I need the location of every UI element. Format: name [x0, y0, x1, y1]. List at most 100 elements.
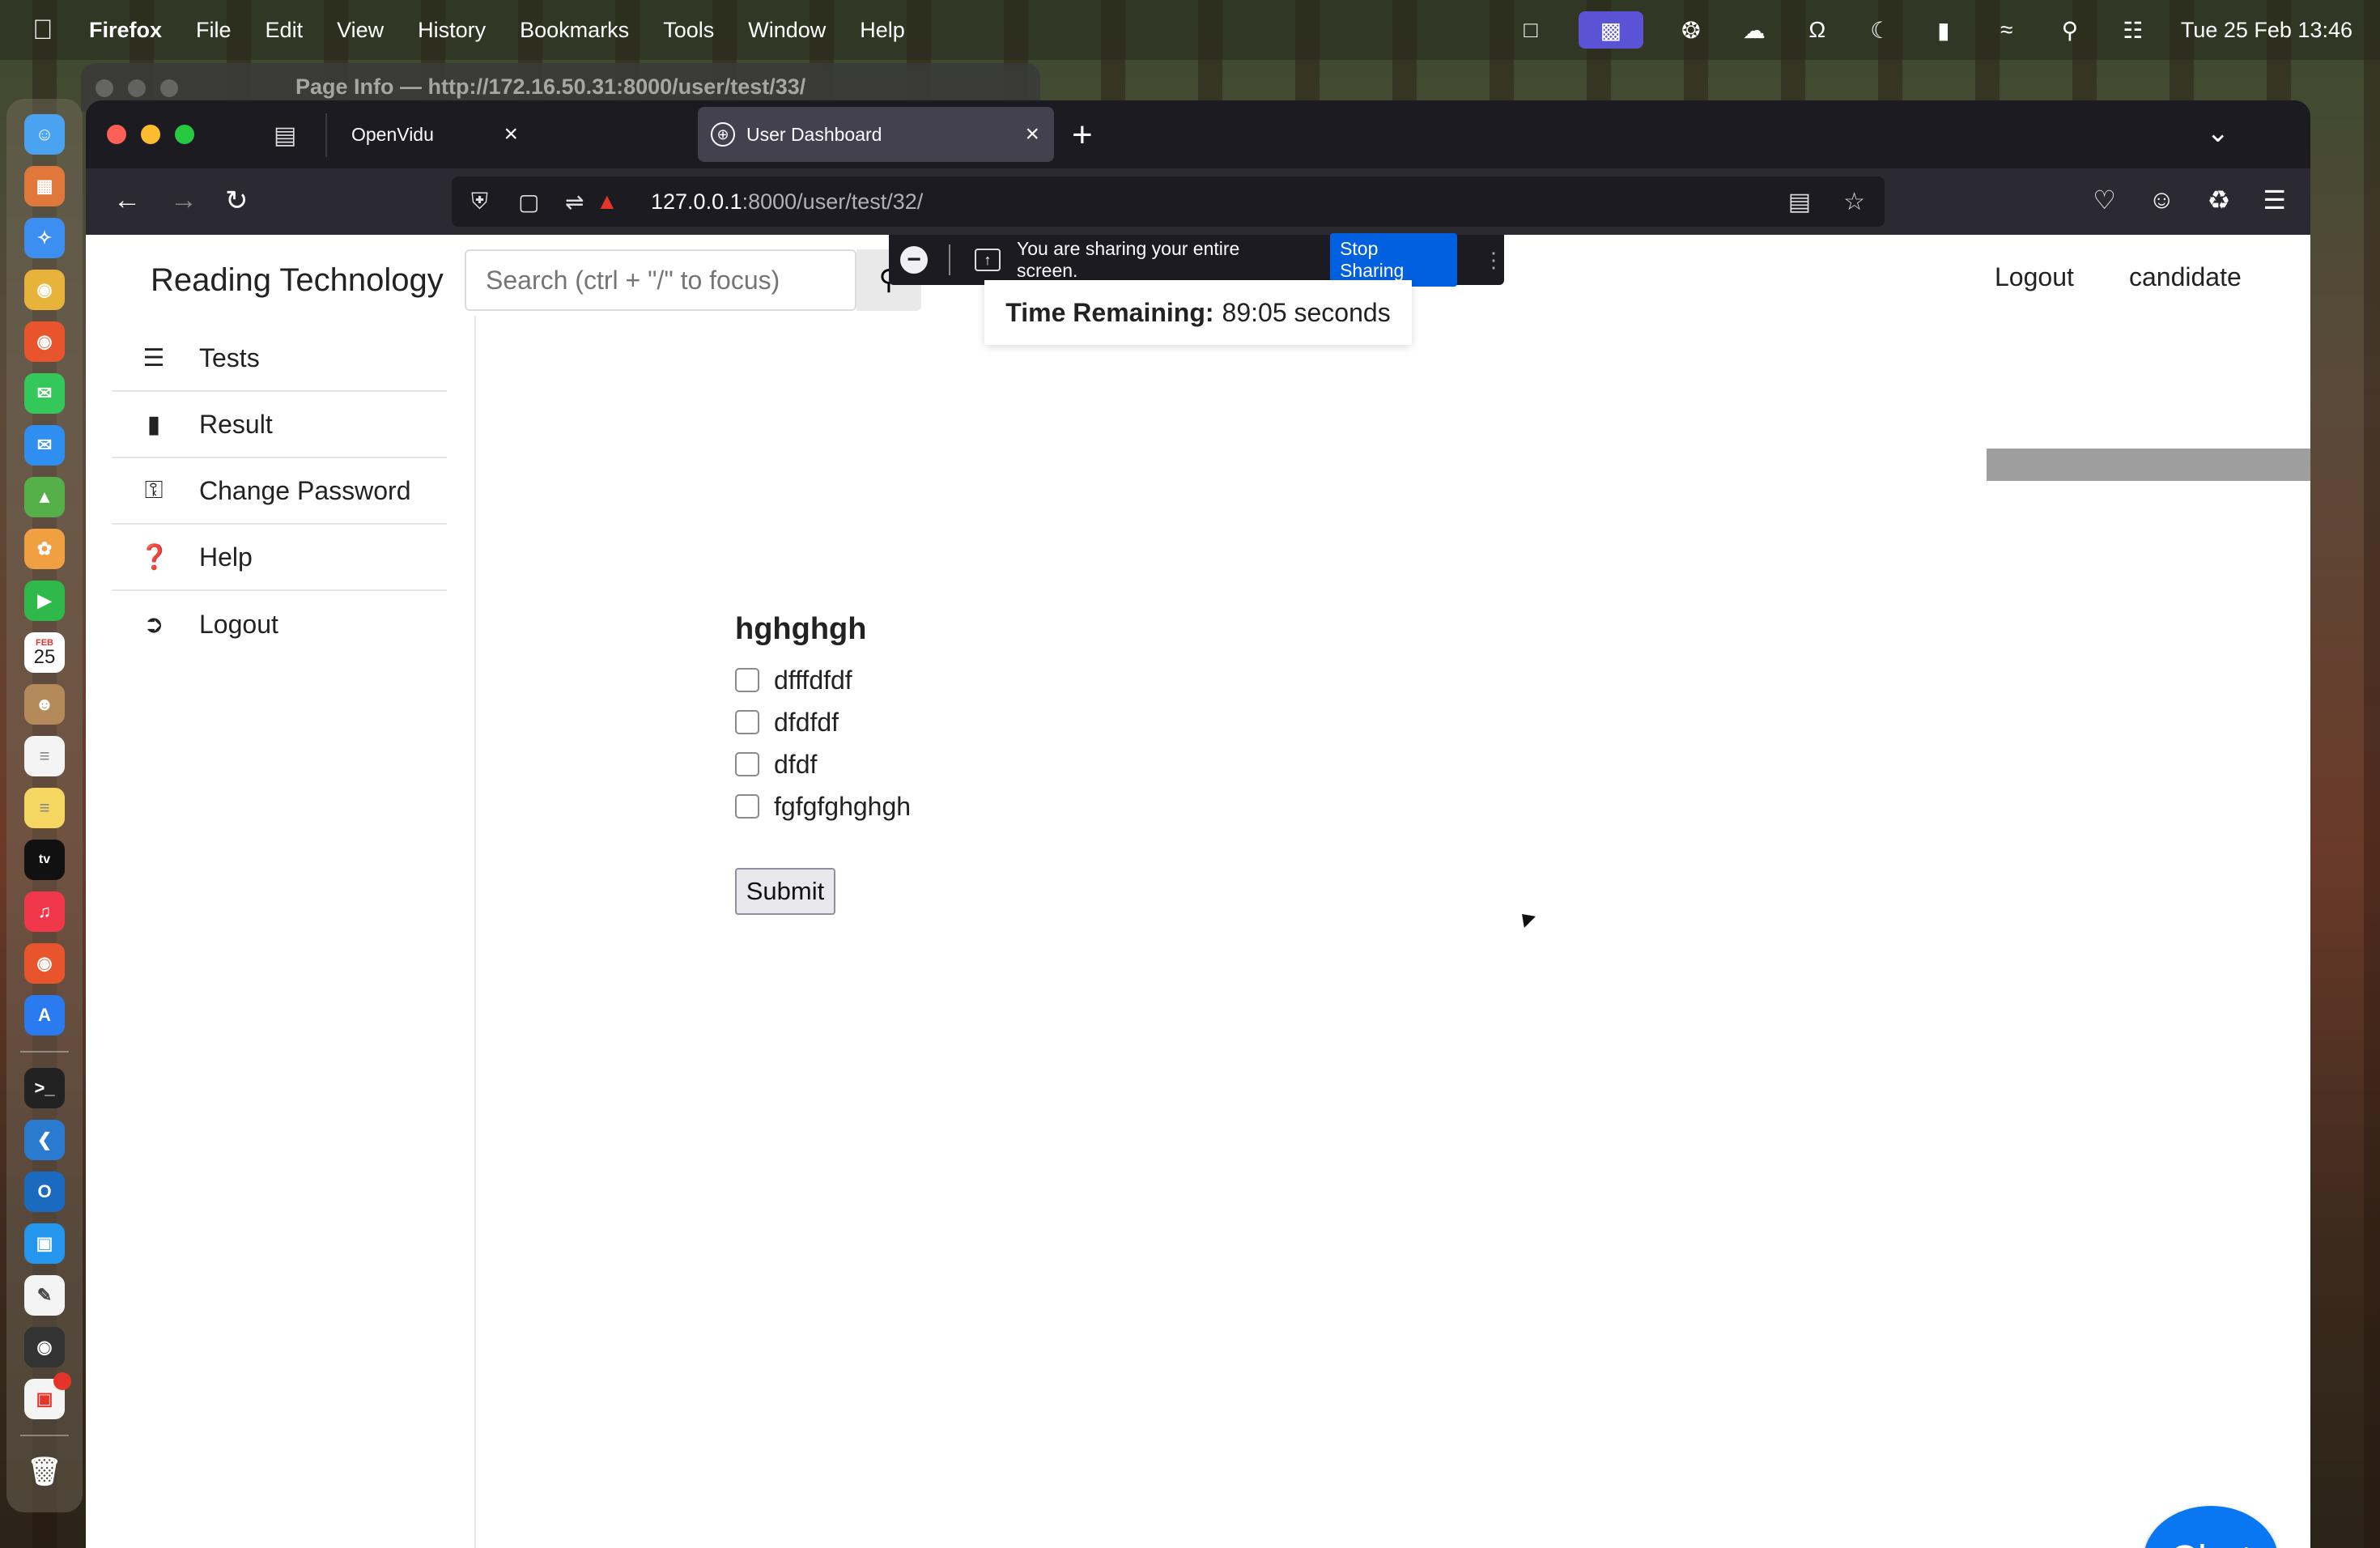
bookmark-star-icon[interactable]: ☆ — [1843, 188, 1865, 216]
shield-icon[interactable]: ⛨ — [471, 189, 499, 215]
menu-tools[interactable]: Tools — [663, 18, 714, 43]
url-text[interactable]: 127.0.0.1:8000/user/test/32/ — [651, 189, 923, 215]
control-center-icon[interactable]: ☷ — [2118, 17, 2148, 43]
obs-icon[interactable]: ◉ — [24, 1327, 65, 1367]
close-tab-icon[interactable]: × — [1025, 121, 1039, 148]
close-window-button[interactable] — [107, 125, 126, 144]
new-tab-icon[interactable]: + — [1072, 115, 1093, 155]
option-3[interactable]: dfdf — [735, 743, 911, 785]
extensions-icon[interactable]: ♻ — [2208, 185, 2231, 215]
headphones-icon[interactable]: Ω — [1802, 17, 1833, 43]
menu-bookmarks[interactable]: Bookmarks — [520, 18, 629, 43]
terminal-icon[interactable]: >_ — [24, 1068, 65, 1108]
chrome-icon[interactable]: ◉ — [24, 270, 65, 310]
minimize-window-button[interactable] — [141, 125, 160, 144]
stop-sharing-button[interactable]: Stop Sharing — [1330, 233, 1458, 287]
firefox-icon[interactable]: ◉ — [24, 321, 65, 362]
weather-icon[interactable]: ☁ — [1739, 17, 1770, 43]
pocket-icon[interactable]: ♡ — [2093, 185, 2116, 215]
screen-share-upload-icon[interactable]: □ — [1515, 17, 1546, 43]
option-checkbox[interactable] — [735, 752, 759, 776]
menu-file[interactable]: File — [196, 18, 232, 43]
sidebar-item-label: Help — [199, 542, 253, 572]
tab-separator — [325, 113, 327, 157]
menu-view[interactable]: View — [337, 18, 384, 43]
reminders-icon[interactable]: ≡ — [24, 736, 65, 776]
chat-button[interactable]: Chat — [2144, 1506, 2278, 1548]
page-icon[interactable]: ▢ — [518, 189, 546, 215]
textedit-icon[interactable]: ✎ — [24, 1275, 65, 1316]
notes-icon[interactable]: ≡ — [24, 788, 65, 828]
back-arrow-icon[interactable]: ← — [113, 185, 141, 216]
office-icon[interactable]: ▣ 2 — [24, 1372, 71, 1419]
outlook-icon[interactable]: O — [24, 1172, 65, 1212]
menu-bar:  Firefox File Edit View History Bookmar… — [0, 0, 2380, 60]
list-all-tabs-icon[interactable]: ⌄ — [2207, 117, 2230, 149]
zoom-window-button[interactable] — [175, 125, 194, 144]
menu-edit[interactable]: Edit — [266, 18, 304, 43]
menu-clock[interactable]: Tue 25 Feb 13:46 — [2181, 18, 2352, 43]
photos-icon[interactable]: ✿ — [24, 529, 65, 569]
sidebar-item-change-password[interactable]: ⚿ Change Password — [112, 458, 447, 525]
contacts-icon[interactable]: ☻ — [24, 684, 65, 725]
menu-history[interactable]: History — [418, 18, 486, 43]
option-label: dfdf — [774, 749, 818, 779]
wifi-icon[interactable]: ≈ — [1991, 17, 2022, 43]
apple-tv-icon[interactable]: tv — [24, 840, 65, 880]
calendar-icon[interactable]: FEB 25 — [24, 632, 65, 673]
firefox-view-icon[interactable]: ▤ — [274, 121, 301, 149]
close-tab-icon[interactable]: × — [504, 121, 518, 148]
spotlight-search-icon[interactable]: ⚲ — [2055, 17, 2085, 43]
mail-icon[interactable]: ✉ — [24, 425, 65, 466]
permissions-icon[interactable]: ⇌ — [565, 189, 593, 215]
reader-view-icon[interactable]: ▤ — [1788, 188, 1811, 216]
option-2[interactable]: dfdfdf — [735, 701, 911, 743]
option-checkbox[interactable] — [735, 668, 759, 692]
user-menu-link[interactable]: candidate — [2129, 262, 2242, 292]
apple-icon[interactable]:  — [32, 15, 57, 46]
reload-icon[interactable]: ↻ — [225, 185, 249, 217]
safari-icon[interactable]: ✧ — [24, 218, 65, 258]
address-bar[interactable]: ⛨ ▢ ⇌ ▲ 127.0.0.1:8000/user/test/32/ ▤ ☆ — [452, 176, 1885, 227]
app-circle-icon[interactable]: ◉ — [24, 943, 65, 984]
menu-app-name[interactable]: Firefox — [89, 18, 162, 43]
menu-help[interactable]: Help — [860, 18, 905, 43]
finder-icon[interactable]: ☺ — [24, 114, 65, 155]
search-input[interactable] — [465, 249, 856, 311]
docker-icon[interactable]: ▣ — [24, 1223, 65, 1264]
sidebar-item-tests[interactable]: ☰ Tests — [112, 325, 447, 392]
hamburger-menu-icon[interactable]: ☰ — [2263, 185, 2286, 215]
moon-icon[interactable]: ☾ — [1865, 17, 1896, 43]
messages-icon[interactable]: ✉ — [24, 373, 65, 414]
drag-handle-icon[interactable]: ⋮ — [1483, 248, 1504, 273]
header-logout-link[interactable]: Logout — [1995, 262, 2074, 292]
sidebar-item-logout[interactable]: ➲ Logout — [112, 591, 447, 657]
forward-arrow-icon[interactable]: → — [170, 185, 198, 216]
sidebar-item-help[interactable]: ❓ Help — [112, 525, 447, 591]
indicator-separator — [949, 245, 950, 275]
option-checkbox[interactable] — [735, 710, 759, 734]
facetime-icon[interactable]: ▶ — [24, 580, 65, 621]
app-store-icon[interactable]: A — [24, 995, 65, 1036]
option-4[interactable]: fgfgfghghgh — [735, 785, 911, 827]
submit-button[interactable]: Submit — [735, 868, 835, 915]
maps-icon[interactable]: ▲ — [24, 477, 65, 517]
minimize-indicator-button[interactable]: − — [900, 246, 928, 274]
openai-icon[interactable]: ❂ — [1676, 17, 1706, 43]
option-1[interactable]: dfffdfdf — [735, 659, 911, 701]
launchpad-icon[interactable]: ▦ — [24, 166, 65, 206]
sidebar-item-result[interactable]: ▮ Result — [112, 392, 447, 458]
account-icon[interactable]: ☺ — [2148, 185, 2175, 215]
screen-share-indicator-icon[interactable]: ▲ — [596, 189, 623, 215]
tab-label: User Dashboard — [746, 123, 882, 145]
music-icon[interactable]: ♫ — [24, 891, 65, 932]
tab-user-dashboard[interactable]: ⊕ User Dashboard × — [698, 107, 1054, 162]
option-checkbox[interactable] — [735, 794, 759, 819]
vscode-icon[interactable]: ❮ — [24, 1120, 65, 1160]
site-brand[interactable]: Reading Technology — [151, 262, 444, 299]
menu-window[interactable]: Window — [748, 18, 826, 43]
battery-icon[interactable]: ▮ — [1928, 17, 1959, 43]
toolbar-right: ♡ ☺ ♻ ☰ — [2093, 185, 2286, 215]
screen-mirroring-icon[interactable]: ▩ — [1578, 11, 1643, 49]
trash-icon[interactable]: 🗑 — [24, 1452, 65, 1492]
